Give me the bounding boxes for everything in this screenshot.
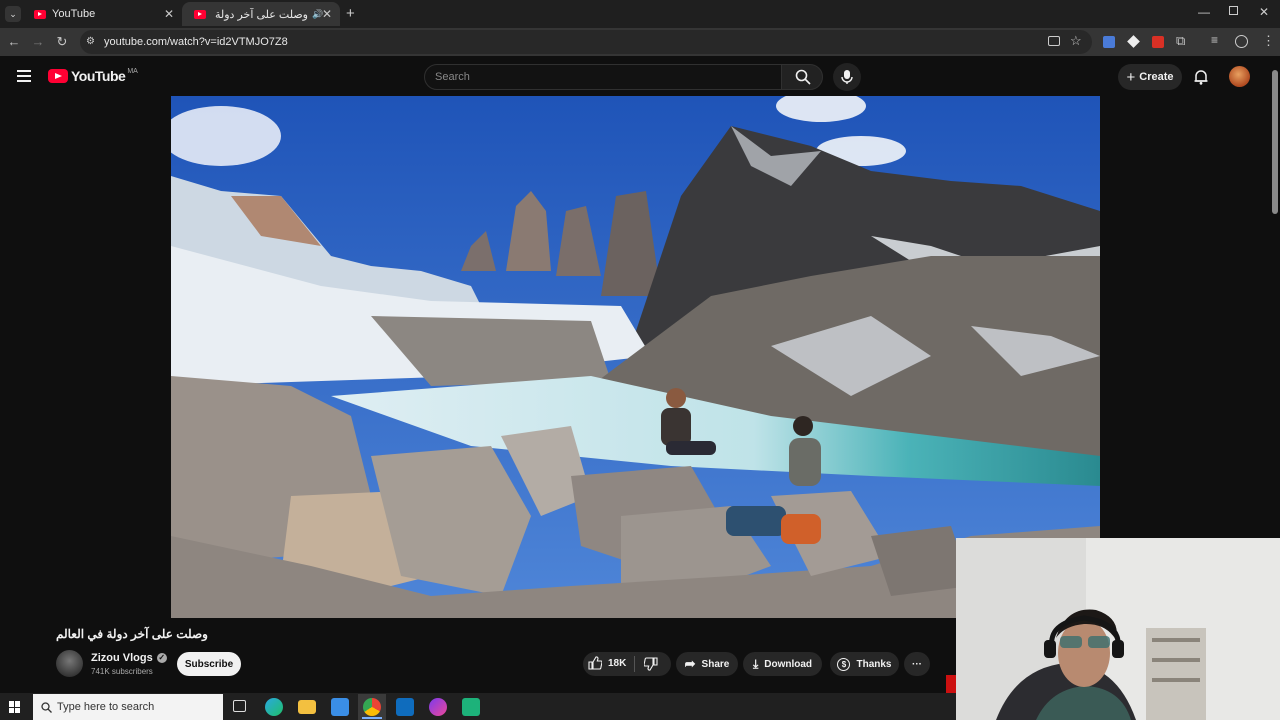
video-title: وصلت على آخر دولة في العالم (56, 627, 208, 641)
tab-list-dropdown[interactable]: ⌄ (5, 6, 21, 22)
back-icon[interactable]: ← (6, 34, 22, 50)
taskbar-search-placeholder: Type here to search (57, 701, 155, 713)
more-horizontal-icon: ··· (912, 658, 922, 670)
youtube-logo-text: YouTube (71, 68, 126, 84)
reload-icon[interactable]: ↻ (54, 34, 70, 50)
like-divider (634, 656, 635, 672)
chrome-active-indicator (362, 717, 382, 719)
search-placeholder: Search (435, 71, 470, 83)
channel-name-text: Zizou Vlogs (91, 652, 153, 664)
channel-name[interactable]: Zizou Vlogs ✓ (91, 652, 167, 664)
thanks-button[interactable]: $ Thanks (830, 652, 899, 676)
page-scrollbar[interactable] (1272, 70, 1278, 214)
subscriber-count: 741K subscribers (91, 667, 153, 676)
tab-title: وصلت على آخر دولة في الع (212, 8, 308, 21)
youtube-favicon-icon (34, 9, 46, 19)
download-icon: ⤓ (752, 656, 759, 671)
outlook-icon[interactable] (396, 698, 414, 716)
task-view-icon[interactable] (233, 700, 246, 712)
cast-icon[interactable] (1048, 36, 1060, 46)
browser-tab-bar: ⌄ YouTube ✕ وصلت على آخر دولة في الع 🔊 ✕… (0, 0, 1280, 28)
minimize-window-button[interactable]: — (1198, 5, 1210, 19)
search-icon (795, 69, 811, 85)
voice-search-button[interactable] (833, 63, 861, 91)
thumbs-up-icon (588, 656, 602, 670)
thanks-dollar-icon: $ (837, 657, 851, 671)
site-info-icon[interactable]: ⚙ (86, 36, 98, 48)
channel-avatar[interactable] (56, 650, 83, 677)
next-video-thumbnail-edge[interactable] (946, 675, 956, 693)
share-button[interactable]: ➦ Share (676, 652, 738, 676)
bookmark-star-icon[interactable]: ☆ (1070, 33, 1082, 49)
close-window-button[interactable]: ✕ (1259, 5, 1269, 19)
subscribe-button[interactable]: Subscribe (177, 652, 241, 676)
extensions-icon[interactable]: ⧉ (1176, 33, 1185, 49)
media-controls-icon[interactable]: ≡ (1211, 33, 1218, 47)
create-button[interactable]: + Create (1118, 64, 1182, 90)
youtube-favicon-icon (194, 9, 206, 19)
share-arrow-icon: ➦ (684, 656, 696, 671)
like-count: 18K (608, 657, 627, 669)
taskbar-search-box[interactable]: Type here to search (33, 694, 223, 720)
like-button[interactable]: 18K (588, 656, 626, 670)
search-button[interactable] (781, 64, 823, 90)
taskbar-search-icon (41, 702, 52, 713)
download-button[interactable]: ⤓ Download (743, 652, 822, 676)
tab-youtube-home[interactable]: YouTube ✕ (22, 2, 182, 26)
share-label: Share (701, 658, 730, 670)
thumbs-down-icon[interactable] (644, 657, 658, 671)
restore-window-button[interactable] (1229, 6, 1238, 15)
forward-icon[interactable]: → (30, 34, 46, 50)
url-text[interactable]: youtube.com/watch?v=id2VTMJO7Z8 (104, 36, 288, 48)
region-code: MA (127, 67, 138, 75)
youtube-play-logo-icon (48, 69, 68, 83)
webcam-overlay (956, 538, 1280, 720)
app-green-icon[interactable] (462, 698, 480, 716)
tab-current-video[interactable]: وصلت على آخر دولة في الع 🔊 ✕ (182, 2, 340, 26)
download-label: Download (764, 658, 813, 670)
plus-icon: + (1126, 68, 1136, 86)
verified-badge-icon: ✓ (156, 653, 167, 663)
notifications-bell-icon[interactable] (1193, 69, 1209, 85)
profile-icon[interactable] (1235, 35, 1248, 48)
translate-extension-icon[interactable] (1103, 36, 1115, 48)
account-avatar[interactable] (1229, 66, 1250, 87)
more-actions-button[interactable]: ··· (904, 652, 930, 676)
search-input[interactable]: Search (424, 64, 782, 90)
file-explorer-icon[interactable] (298, 700, 316, 714)
tab-title: YouTube (52, 8, 96, 20)
webcam-feed-image (956, 538, 1280, 720)
edge-browser-icon[interactable] (265, 698, 283, 716)
windows-start-icon[interactable] (9, 701, 21, 713)
close-tab-icon[interactable]: ✕ (164, 7, 174, 21)
chrome-menu-icon[interactable]: ⋮ (1262, 33, 1275, 49)
guide-menu-icon[interactable] (17, 70, 31, 82)
extension-red-icon[interactable] (1152, 36, 1164, 48)
chrome-browser-icon[interactable] (363, 698, 381, 716)
microphone-icon (841, 70, 853, 84)
messenger-icon[interactable] (429, 698, 447, 716)
subscribe-label: Subscribe (184, 658, 234, 670)
new-tab-button[interactable]: + (346, 5, 355, 22)
create-label: Create (1139, 71, 1174, 83)
youtube-logo[interactable]: YouTube MA (48, 68, 138, 84)
thanks-label: Thanks (856, 658, 892, 670)
microsoft-store-icon[interactable] (331, 698, 349, 716)
close-tab-icon[interactable]: ✕ (322, 7, 332, 21)
